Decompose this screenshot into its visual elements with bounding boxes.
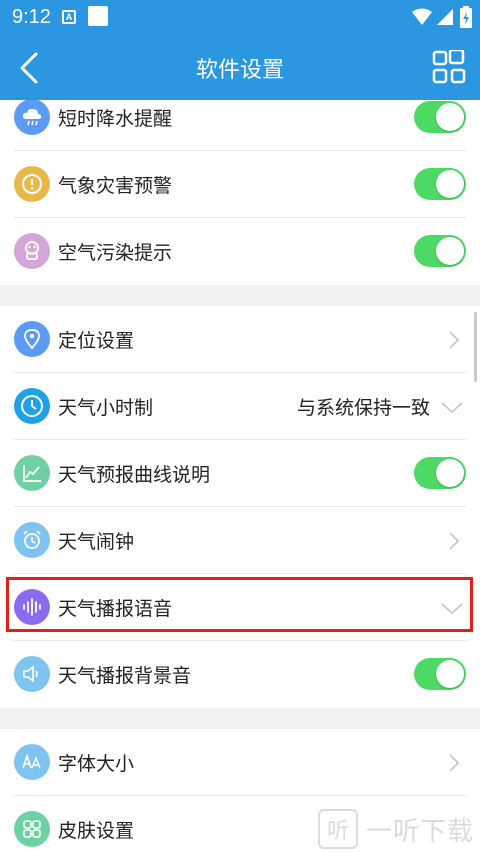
setting-row-weather-warning[interactable]: 气象灾害预警 — [0, 151, 480, 218]
chevron-right-icon — [449, 532, 460, 550]
skin-grid-icon — [14, 811, 50, 847]
setting-row-font-size[interactable]: 字体大小 — [0, 729, 480, 796]
chevron-down-icon — [441, 603, 463, 615]
chevron-right-icon — [449, 754, 460, 772]
location-pin-icon — [14, 321, 50, 357]
setting-label: 字体大小 — [58, 753, 135, 775]
status-bar: 9:12 A — [0, 0, 480, 36]
weather-warning-toggle[interactable] — [414, 168, 466, 200]
watermark-text: 一听下载 — [366, 816, 475, 847]
warning-icon — [14, 166, 50, 202]
broadcast-bgm-toggle[interactable] — [414, 658, 466, 690]
chevron-right-icon — [449, 331, 460, 349]
speaker-icon — [14, 656, 50, 692]
sound-wave-icon — [14, 589, 50, 625]
setting-label: 天气小时制 — [58, 397, 154, 419]
watermark: 听 一听下载 — [318, 806, 480, 852]
section-gap — [0, 285, 480, 306]
setting-row-short-term-rain[interactable]: 短时降水提醒 — [0, 100, 480, 151]
notification-a-icon: A — [62, 10, 76, 24]
status-time: 9:12 — [12, 6, 51, 28]
mask-icon — [14, 233, 50, 269]
setting-row-broadcast-voice[interactable]: 天气播报语音 — [0, 574, 480, 641]
setting-label: 天气预报曲线说明 — [58, 464, 211, 486]
section-gap — [0, 708, 480, 729]
setting-label: 定位设置 — [58, 330, 135, 352]
forecast-curve-toggle[interactable] — [414, 457, 466, 489]
setting-row-forecast-curve[interactable]: 天气预报曲线说明 — [0, 440, 480, 507]
wifi-icon — [412, 8, 432, 25]
setting-label: 皮肤设置 — [58, 820, 135, 842]
hour-format-value: 与系统保持一致 — [296, 397, 430, 419]
setting-label: 天气播报语音 — [58, 598, 173, 620]
settings-list[interactable]: 短时降水提醒 气象灾害预警 空气污染提示 定位设置 天气小时制 与系统保持一致 … — [0, 100, 480, 852]
battery-icon — [460, 6, 472, 28]
page-title: 软件设置 — [195, 58, 284, 83]
chevron-down-icon — [441, 402, 463, 414]
alarm-clock-icon — [14, 522, 50, 558]
air-pollution-toggle[interactable] — [414, 235, 466, 267]
signal-icon — [437, 9, 453, 25]
setting-label: 天气闹钟 — [58, 531, 135, 553]
setting-row-location[interactable]: 定位设置 — [0, 306, 480, 373]
rain-alert-toggle[interactable] — [414, 101, 466, 133]
grid-menu-icon[interactable] — [432, 50, 466, 84]
watermark-logo: 听 — [318, 809, 358, 849]
setting-row-broadcast-bgm[interactable]: 天气播报背景音 — [0, 641, 480, 708]
notification-square-icon — [88, 6, 108, 26]
setting-row-weather-alarm[interactable]: 天气闹钟 — [0, 507, 480, 574]
setting-label: 天气播报背景音 — [58, 665, 192, 687]
cloud-rain-icon — [14, 100, 50, 135]
font-size-icon — [14, 744, 50, 780]
setting-label: 空气污染提示 — [58, 242, 173, 264]
setting-row-hour-format[interactable]: 天气小时制 与系统保持一致 — [0, 373, 480, 440]
app-bar: 软件设置 — [0, 36, 480, 100]
clock-icon — [14, 388, 50, 424]
scrollbar[interactable] — [474, 312, 477, 382]
setting-label: 短时降水提醒 — [58, 108, 173, 130]
setting-label: 气象灾害预警 — [58, 175, 173, 197]
chart-curve-icon — [14, 455, 50, 491]
setting-row-air-pollution[interactable]: 空气污染提示 — [0, 218, 480, 285]
